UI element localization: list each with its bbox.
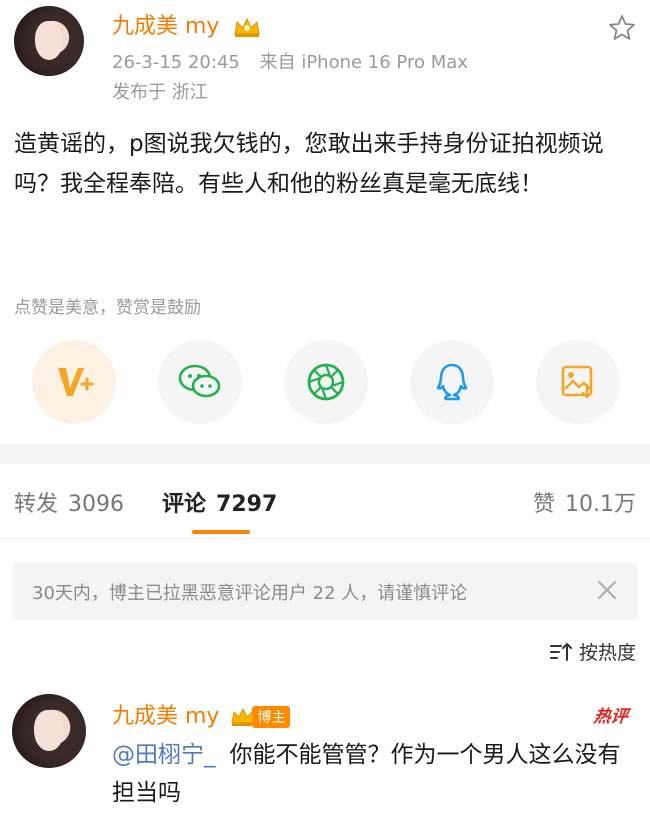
- section-divider: [0, 444, 650, 464]
- host-badge: 博主: [230, 706, 291, 728]
- host-badge-label: 博主: [252, 706, 291, 728]
- tab-like-label: 赞: [532, 492, 555, 517]
- tab-repost-label: 转发: [14, 492, 59, 517]
- block-notice: 30天内，博主已拉黑恶意评论用户 22 人，请谨慎评论: [12, 562, 638, 620]
- close-icon[interactable]: [594, 577, 620, 603]
- vip-crown-icon: [234, 17, 261, 37]
- tab-active-indicator: [192, 530, 250, 534]
- tab-repost-count: 3096: [68, 492, 125, 517]
- tabs-divider: [0, 538, 650, 539]
- notice-text: 30天内，博主已拉黑恶意评论用户 22 人，请谨慎评论: [32, 583, 468, 604]
- post-header: 九成美 my 26-3-15 20:45 来自 iPhone 16 Pro Ma…: [0, 0, 650, 108]
- post-body: 造黄谣的，p图说我欠钱的，您敢出来手持身份证拍视频说吗？我全程奉陪。有些人和他的…: [14, 131, 604, 197]
- user-avatar[interactable]: [14, 6, 84, 76]
- share-qq-button[interactable]: [410, 340, 494, 424]
- qq-icon: [436, 363, 468, 401]
- save-image-button[interactable]: [536, 340, 620, 424]
- sort-icon: [549, 642, 572, 661]
- comment-mention[interactable]: @田栩宁_: [112, 742, 216, 768]
- tab-comment-label: 评论: [162, 492, 207, 517]
- comment-username-text[interactable]: 九成美 my: [112, 704, 219, 729]
- tab-like[interactable]: 赞 10.1万: [533, 486, 636, 518]
- post-username-text[interactable]: 九成美 my: [112, 14, 219, 39]
- tab-like-count: 10.1万: [565, 492, 636, 517]
- moments-icon: [307, 363, 345, 401]
- comment-text: @田栩宁_ 你能不能管管？作为一个男人这么没有担当吗: [112, 736, 632, 812]
- comment-username[interactable]: 九成美 my 博主: [112, 698, 291, 730]
- share-row: [0, 340, 650, 430]
- post-meta: 26-3-15 20:45 来自 iPhone 16 Pro Max: [112, 48, 482, 74]
- reward-text: 点赞是美意，赞赏是鼓励: [14, 298, 201, 318]
- share-wechat-button[interactable]: [158, 340, 242, 424]
- save-image-icon: [561, 365, 593, 399]
- favorite-star-icon[interactable]: [608, 14, 636, 42]
- post-device: 来自 iPhone 16 Pro Max: [259, 52, 468, 73]
- v-plus-icon: [58, 368, 94, 396]
- post-date: 26-3-15 20:45: [112, 52, 240, 73]
- tab-comment-count: 7297: [216, 492, 278, 517]
- hot-comment-tag: 热评: [592, 707, 630, 727]
- sort-label: 按热度: [578, 642, 636, 664]
- comment-avatar[interactable]: [12, 694, 86, 768]
- comment-item: 九成美 my 博主 热评 @田栩宁_ 你能不能管管？作为一个男人这么没有担当吗: [0, 688, 650, 820]
- reward-v-button[interactable]: [32, 340, 116, 424]
- post-tabs: 转发 3096 评论 7297 赞 10.1万: [0, 464, 650, 539]
- share-moments-button[interactable]: [284, 340, 368, 424]
- tab-comment[interactable]: 评论 7297: [162, 486, 277, 518]
- tab-repost[interactable]: 转发 3096: [14, 486, 124, 518]
- wechat-icon: [178, 364, 221, 398]
- post-location: 发布于 浙江: [112, 82, 208, 103]
- post-username[interactable]: 九成美 my: [112, 8, 262, 40]
- sort-button[interactable]: 按热度: [549, 638, 636, 665]
